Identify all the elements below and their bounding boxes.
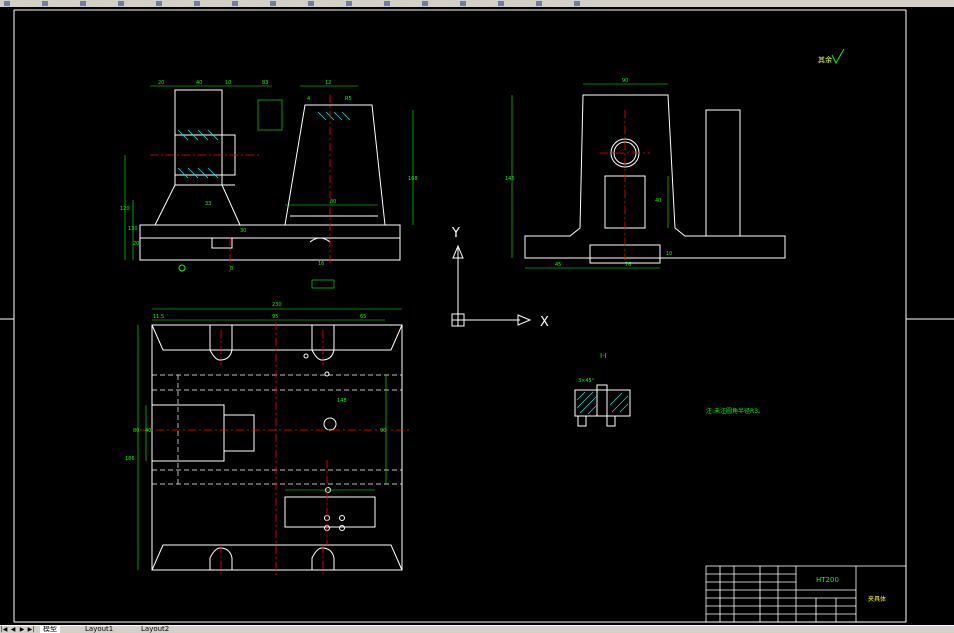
lineweight-icon[interactable]: [574, 1, 580, 6]
svg-text:168: 168: [408, 176, 418, 182]
new-icon[interactable]: [4, 1, 10, 6]
layer-icon[interactable]: [460, 1, 466, 6]
undo-icon[interactable]: [270, 1, 276, 6]
svg-text:230: 230: [272, 302, 282, 308]
ucs-y-label: Y: [451, 226, 460, 241]
svg-text:8: 8: [230, 266, 233, 272]
plan-view: [151, 324, 403, 571]
svg-text:40: 40: [655, 198, 661, 204]
cut-icon[interactable]: [156, 1, 162, 6]
svg-text:145: 145: [505, 176, 515, 182]
copy-icon[interactable]: [194, 1, 200, 6]
front-center-lines: [150, 95, 331, 272]
side-view: [524, 94, 786, 264]
svg-text:4: 4: [307, 96, 310, 102]
svg-text:16: 16: [318, 261, 324, 267]
plan-dim-lines: [137, 308, 402, 570]
svg-text:80: 80: [330, 199, 336, 205]
svg-text:10: 10: [225, 80, 231, 86]
svg-text:95: 95: [272, 314, 278, 320]
datum-icon: [178, 264, 186, 272]
svg-text:40: 40: [145, 428, 151, 434]
front-dim-lines: [124, 85, 414, 289]
side-center-lines: [600, 110, 650, 260]
save-icon[interactable]: [80, 1, 86, 6]
plan-dim-text: 230 11.5 95 65 186 148 80 90 40: [125, 302, 386, 462]
svg-text:90: 90: [622, 78, 628, 84]
roughness-icon: [831, 48, 845, 65]
svg-text:90: 90: [380, 428, 386, 434]
svg-text:12: 12: [325, 80, 331, 86]
title-material: HT200: [816, 576, 839, 584]
drawing-canvas[interactable]: 其余 20 40 10 83 12 R5 4 168 120 130 80 33…: [0, 7, 954, 625]
side-dim-text: 90 145 45 76 40 10: [505, 78, 672, 268]
roughness-label: 其余: [818, 55, 832, 64]
svg-text:40: 40: [196, 80, 202, 86]
ucs-icon: [451, 244, 532, 327]
open-icon[interactable]: [42, 1, 48, 6]
paste-icon[interactable]: [232, 1, 238, 6]
title-block: [705, 565, 907, 623]
color-icon[interactable]: [498, 1, 504, 6]
zoom-icon[interactable]: [384, 1, 390, 6]
svg-text:33: 33: [205, 201, 211, 207]
svg-text:76: 76: [625, 262, 631, 268]
section-hatch: [576, 391, 629, 415]
svg-text:20: 20: [158, 80, 164, 86]
section-view: [574, 384, 631, 427]
svg-text:20: 20: [133, 241, 139, 247]
front-dim-text: 20 40 10 83 12 R5 4 168 120 130 80 33 20…: [120, 80, 418, 272]
svg-text:186: 186: [125, 456, 135, 462]
cad-drawing: 其余 20 40 10 83 12 R5 4 168 120 130 80 33…: [0, 9, 954, 623]
title-part-name: 夹具体: [868, 595, 886, 603]
plan-center-lines: [140, 322, 410, 575]
svg-text:R5: R5: [345, 96, 352, 102]
print-icon[interactable]: [118, 1, 124, 6]
section-dim: 3×45°: [578, 378, 595, 384]
drawing-border: [13, 9, 907, 623]
pan-icon[interactable]: [346, 1, 352, 6]
properties-icon[interactable]: [422, 1, 428, 6]
plan-hidden-lines: [152, 374, 402, 485]
front-hatch: [177, 111, 351, 179]
linetype-icon[interactable]: [536, 1, 542, 6]
svg-text:120: 120: [120, 206, 130, 212]
svg-text:148: 148: [337, 398, 347, 404]
svg-text:65: 65: [360, 314, 366, 320]
svg-text:130: 130: [128, 226, 138, 232]
svg-text:80: 80: [133, 428, 139, 434]
svg-text:83: 83: [262, 80, 268, 86]
svg-text:11.5: 11.5: [153, 314, 164, 320]
general-note: 注:未注圆角半径R3。: [706, 407, 764, 415]
svg-text:10: 10: [666, 251, 672, 257]
svg-text:30: 30: [240, 228, 246, 234]
svg-text:45: 45: [555, 262, 561, 268]
front-view: [139, 89, 401, 261]
section-label: I-I: [600, 352, 607, 360]
ucs-x-label: X: [540, 315, 549, 330]
redo-icon[interactable]: [308, 1, 314, 6]
